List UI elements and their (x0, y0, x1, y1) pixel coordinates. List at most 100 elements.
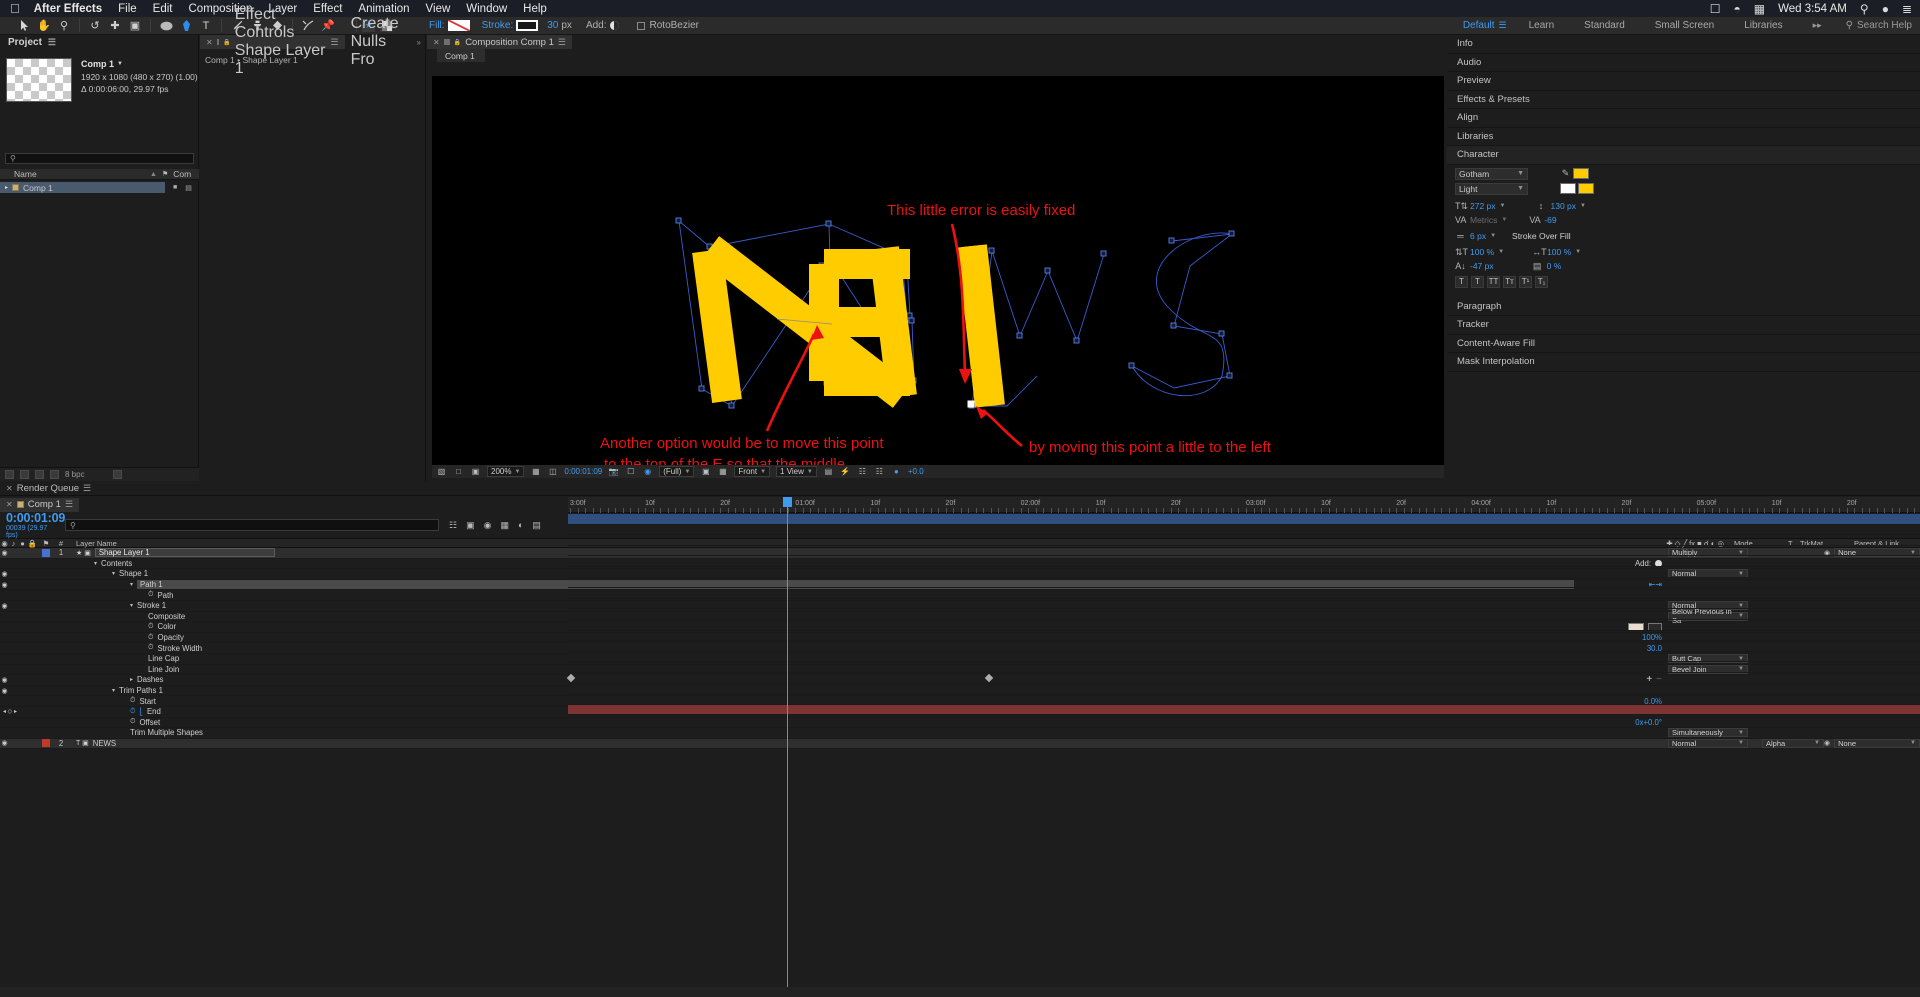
grid-guides-icon[interactable]: ▦ (530, 466, 541, 477)
search-icon[interactable]: ⚲ (1860, 2, 1869, 16)
take-snapshot-icon[interactable]: 📷 (608, 466, 619, 477)
exposure-value[interactable]: +0.0 (908, 467, 924, 476)
timeline-lane[interactable] (568, 567, 1920, 578)
composition-timecode[interactable]: 0:00:01:09 (564, 467, 602, 476)
shape-tool[interactable] (156, 17, 176, 34)
layer-duration-bar[interactable] (568, 514, 1920, 524)
font-size-value[interactable]: 272 px (1470, 201, 1496, 211)
timeline-search-input[interactable]: ⚲ (65, 519, 439, 531)
dock-panel-tracker[interactable]: Tracker (1447, 316, 1920, 335)
property-name-label[interactable]: Dashes (137, 675, 163, 684)
tab-timeline-comp1[interactable]: ✕ Comp 1 ☰ (0, 497, 80, 512)
video-toggle-icon[interactable]: ◉ (0, 687, 9, 695)
keyframe-marker[interactable] (984, 673, 994, 683)
layer-name-label[interactable]: NEWS (93, 739, 116, 748)
property-name-label[interactable]: Offset (139, 718, 160, 727)
menu-window[interactable]: Window (466, 3, 507, 15)
motion-blur-icon[interactable]: ◐ (518, 520, 523, 530)
timeline-lane[interactable] (568, 588, 1920, 599)
menu-file[interactable]: File (118, 3, 137, 15)
hide-shy-layers-icon[interactable]: ◉ (484, 520, 492, 531)
timeline-lane[interactable] (568, 620, 1920, 631)
faux-italic-icon[interactable]: T (1471, 275, 1484, 288)
wifi-icon[interactable]: ◓ (1733, 2, 1740, 16)
dock-panel-mask-interpolation[interactable]: Mask Interpolation (1447, 353, 1920, 372)
property-name-label[interactable]: Composite (148, 612, 185, 621)
dock-panel-libraries[interactable]: Libraries (1447, 127, 1920, 146)
resolution-select[interactable]: (Full) ▼ (659, 466, 695, 477)
leading-value[interactable]: 130 px (1550, 201, 1576, 211)
project-list-item[interactable]: ▸ Comp 1 ■ ▤ (0, 182, 199, 193)
anchor-point-tool[interactable]: ✚ (105, 17, 125, 34)
panel-menu-icon[interactable]: ☰ (65, 499, 73, 510)
tab-overflow-icon[interactable]: » (417, 38, 425, 47)
menu-help[interactable]: Help (523, 3, 547, 15)
close-icon[interactable]: ✕ (6, 484, 13, 493)
small-caps-icon[interactable]: Tᴛ (1503, 275, 1516, 288)
video-toggle-icon[interactable]: ◉ (0, 549, 9, 557)
keyframe-marker[interactable] (566, 673, 576, 683)
tracking-value[interactable]: -69 (1544, 215, 1556, 225)
timeline-lane[interactable] (568, 525, 1920, 536)
comp-breadcrumb-button[interactable]: Comp 1 (437, 49, 485, 62)
property-name-label[interactable]: Path (157, 591, 173, 600)
zoom-tool[interactable]: ⚲ (54, 17, 74, 34)
kerning-value[interactable]: Metrics (1470, 215, 1497, 225)
delete-icon[interactable] (112, 470, 122, 479)
timeline-link-icon[interactable]: ☷ (857, 466, 868, 477)
property-name-label[interactable]: Contents (101, 559, 132, 568)
composition-mini-flowchart-icon[interactable]: ☷ (449, 520, 457, 531)
siri-icon[interactable]: ● (1882, 2, 1889, 16)
panel-menu-icon[interactable]: ☰ (83, 483, 91, 494)
character-stroke-width-value[interactable]: 6 px (1470, 231, 1486, 241)
layer-duration-bar[interactable] (568, 704, 1920, 715)
project-column-name[interactable]: Name (0, 169, 150, 179)
workspace-menu-icon[interactable]: ☰ (1499, 20, 1507, 31)
faux-bold-icon[interactable]: T (1455, 275, 1468, 288)
zoom-level-select[interactable]: 200% ▼ (487, 466, 525, 477)
all-caps-icon[interactable]: TT (1487, 275, 1500, 288)
tab-create-nulls[interactable]: Create Nulls Fro (345, 15, 417, 68)
layer-name-header[interactable]: Layer Name (68, 539, 117, 548)
type-tool[interactable]: T (196, 17, 216, 34)
fast-previews-icon[interactable]: ⚡ (840, 466, 851, 477)
dock-panel-paragraph[interactable]: Paragraph (1447, 297, 1920, 316)
region-of-interest-tool[interactable]: ▣ (125, 17, 145, 34)
property-name-label[interactable]: Line Join (148, 665, 179, 674)
project-column-comment[interactable]: Com (173, 169, 191, 179)
new-comp-icon[interactable] (20, 470, 29, 479)
timeline-lane[interactable] (566, 673, 1920, 684)
pixel-aspect-icon[interactable]: ▤ (823, 466, 834, 477)
current-time-indicator[interactable] (783, 497, 792, 997)
panel-menu-icon[interactable]: ☰ (558, 37, 566, 48)
project-panel-menu-icon[interactable]: ☰ (48, 37, 56, 48)
stroke-mode-select[interactable]: Stroke Over Fill (1512, 231, 1571, 241)
expand-arrow-icon[interactable]: ▸ (5, 184, 8, 191)
selection-tool[interactable] (14, 17, 34, 34)
stopwatch-icon[interactable]: ⏱ (130, 697, 135, 705)
project-settings-icon[interactable] (35, 470, 44, 479)
timeline-lane[interactable] (568, 535, 1920, 546)
font-style-select[interactable]: Light ▼ (1455, 182, 1528, 195)
property-name-label[interactable]: Opacity (157, 633, 183, 642)
timeline-lane[interactable] (568, 609, 1920, 620)
vertical-scale-value[interactable]: 100 % (1470, 247, 1494, 257)
rotation-tool[interactable]: ↺ (85, 17, 105, 34)
workspace-overflow-icon[interactable]: ▸▸ (1813, 20, 1822, 31)
chevron-down-icon[interactable]: ▼ (117, 60, 123, 69)
layer-index-header[interactable]: # (54, 539, 68, 548)
no-color-swatch[interactable] (1560, 183, 1576, 194)
cti-head[interactable] (783, 497, 792, 507)
disclosure-triangle-icon[interactable]: ▾ (130, 581, 133, 588)
close-icon[interactable]: ✕ (206, 38, 213, 47)
lock-icon[interactable]: 🔒 (223, 39, 230, 46)
timeline-lane[interactable] (568, 578, 1920, 589)
dock-panel-audio[interactable]: Audio (1447, 53, 1920, 72)
dock-panel-character[interactable]: Character (1447, 146, 1920, 165)
property-name-label[interactable]: Color (157, 622, 176, 631)
apple-logo-icon[interactable]:  (10, 2, 20, 15)
exposure-reset-icon[interactable]: ● (891, 466, 902, 477)
timeline-lane[interactable] (568, 652, 1920, 663)
text-stroke-color-swatch[interactable] (1578, 183, 1594, 194)
timeline-current-time[interactable]: 0:00:01:09 00039 (29.97 fps) (0, 511, 65, 539)
